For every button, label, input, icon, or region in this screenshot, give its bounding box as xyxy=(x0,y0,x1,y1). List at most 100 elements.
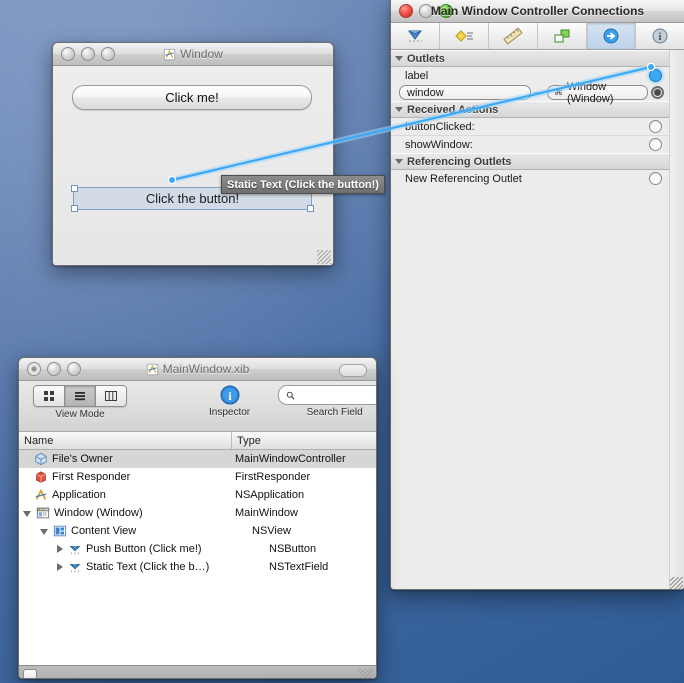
outline-row-type: NSView xyxy=(252,525,291,537)
section-header-outlets[interactable]: Outlets xyxy=(391,50,670,67)
minimize-button[interactable] xyxy=(419,4,433,18)
minimize-button[interactable] xyxy=(47,362,61,376)
outlet-row-label[interactable]: label xyxy=(391,67,670,84)
action-name: buttonClicked: xyxy=(405,120,475,133)
outline-row-label: Application xyxy=(52,489,106,501)
outlet-source-pill[interactable]: window xyxy=(399,85,531,100)
minimize-button[interactable] xyxy=(81,47,95,61)
view-mode-segments[interactable] xyxy=(33,385,127,407)
outline-row-label: Content View xyxy=(71,525,137,537)
icon-view-segment[interactable] xyxy=(34,386,65,406)
disclosure-triangle-icon[interactable] xyxy=(23,511,31,517)
referencing-outlet-name: New Referencing Outlet xyxy=(405,172,522,185)
xib-resize-grip[interactable] xyxy=(359,669,373,678)
mock-window[interactable]: Window Click me! Click the button! xyxy=(52,42,334,266)
referencing-outlet-row-new[interactable]: New Referencing Outlet xyxy=(391,170,670,187)
disclosure-triangle-icon[interactable] xyxy=(57,545,63,553)
mock-window-resize-grip[interactable] xyxy=(317,250,331,264)
object-icon xyxy=(68,560,82,574)
status-knob-button[interactable] xyxy=(23,669,37,678)
action-row-button-clicked[interactable]: buttonClicked: xyxy=(391,118,670,136)
list-view-segment[interactable] xyxy=(65,386,96,406)
outline-list[interactable]: File's Owner MainWindowController First Re… xyxy=(19,450,376,665)
blue-gem-icon xyxy=(408,30,422,41)
identity-inspector-tab[interactable]: i xyxy=(636,23,684,49)
resize-handle-br[interactable] xyxy=(307,205,314,212)
search-field[interactable] xyxy=(278,385,376,405)
outlet-connection-window[interactable]: window ⌘ Window (Window) xyxy=(391,81,670,105)
inspector-titlebar[interactable]: Main Window Controller Connections xyxy=(391,0,684,23)
column-header-type[interactable]: Type xyxy=(232,432,376,449)
zoom-button[interactable] xyxy=(67,362,81,376)
outline-row[interactable]: Window (Window) MainWindow xyxy=(19,504,376,522)
click-me-button[interactable]: Click me! xyxy=(72,85,312,110)
bindings-inspector-tab[interactable] xyxy=(538,23,587,49)
disclosure-triangle-icon[interactable] xyxy=(57,563,63,571)
search-input[interactable] xyxy=(299,388,376,402)
size-inspector-tab[interactable] xyxy=(489,23,538,49)
outline-row-name-cell: Content View xyxy=(19,524,247,538)
outlet-target-well[interactable] xyxy=(651,86,664,99)
section-header-referencing-outlets[interactable]: Referencing Outlets xyxy=(391,153,670,170)
outline-row[interactable]: File's Owner MainWindowController xyxy=(19,450,376,468)
resize-handle-tl[interactable] xyxy=(71,185,78,192)
resize-handle-bl[interactable] xyxy=(71,205,78,212)
column-view-segment[interactable] xyxy=(96,386,126,406)
command-glyph-icon: ⌘ xyxy=(554,87,563,97)
outlet-target-pill[interactable]: ⌘ Window (Window) xyxy=(547,81,648,105)
grid-icon xyxy=(44,391,54,401)
xib-document-icon xyxy=(163,48,176,60)
disclosure-triangle-icon[interactable] xyxy=(395,56,403,61)
outline-row-name-cell: File's Owner xyxy=(19,452,230,466)
outline-row-type: NSButton xyxy=(269,543,317,555)
search-field-control[interactable]: Search Field xyxy=(278,385,376,418)
close-button[interactable] xyxy=(61,47,75,61)
xib-toolbar: View Mode i Inspector Search Field xyxy=(19,381,376,432)
disclosure-triangle-icon[interactable] xyxy=(395,107,403,112)
column-header-name[interactable]: Name xyxy=(19,432,232,449)
outline-row-name-cell: Push Button (Click me!) xyxy=(19,542,264,556)
action-connection-well[interactable] xyxy=(649,138,662,151)
action-connection-well[interactable] xyxy=(649,120,662,133)
outlet-target-label: Window (Window) xyxy=(567,80,614,105)
zoom-button[interactable] xyxy=(101,47,115,61)
search-icon xyxy=(286,391,295,400)
connections-inspector-tab[interactable] xyxy=(587,23,636,49)
close-button[interactable] xyxy=(27,362,41,376)
inspector-tab-bar[interactable]: i xyxy=(391,23,684,50)
toolbar-toggle-button[interactable] xyxy=(339,364,367,377)
outline-row-name-cell: Window (Window) xyxy=(19,506,230,520)
close-button[interactable] xyxy=(399,4,413,18)
effects-inspector-tab[interactable] xyxy=(440,23,489,49)
outline-row[interactable]: Application NSApplication xyxy=(19,486,376,504)
xib-titlebar[interactable]: MainWindow.xib xyxy=(19,358,376,381)
info-icon: i xyxy=(652,28,668,43)
attributes-inspector-tab[interactable] xyxy=(391,23,440,49)
outline-row[interactable]: First Responder FirstResponder xyxy=(19,468,376,486)
outline-row-name-cell: First Responder xyxy=(19,470,230,484)
outline-row[interactable]: Static Text (Click the b…) NSTextField xyxy=(19,558,376,576)
connections-inspector-window[interactable]: Main Window Controller Connections i Out… xyxy=(390,0,684,590)
outline-row[interactable]: Content View NSView xyxy=(19,522,376,540)
mock-window-titlebar[interactable]: Window xyxy=(53,43,333,66)
referencing-outlet-well[interactable] xyxy=(649,172,662,185)
xib-traffic-lights xyxy=(19,362,81,376)
info-icon: i xyxy=(220,385,240,405)
xib-document-window[interactable]: MainWindow.xib View Mode i Inspector Sea… xyxy=(18,357,377,679)
inspector-scrollbar[interactable] xyxy=(669,50,684,589)
outline-column-headers: Name Type xyxy=(19,432,376,450)
outline-row-label: First Responder xyxy=(52,471,131,483)
outline-row[interactable]: Push Button (Click me!) NSButton xyxy=(19,540,376,558)
view-icon xyxy=(53,524,67,538)
inspector-toolbar-button[interactable]: i Inspector xyxy=(209,385,250,418)
disclosure-triangle-icon[interactable] xyxy=(395,159,403,164)
section-title: Referencing Outlets xyxy=(407,155,512,168)
inspector-traffic-lights xyxy=(391,4,453,18)
inspector-resize-grip[interactable] xyxy=(670,577,683,589)
view-mode-control[interactable]: View Mode xyxy=(33,385,127,420)
inspector-sections: Outlets label window ⌘ Window (Window) R… xyxy=(391,50,670,187)
zoom-button[interactable] xyxy=(439,4,453,18)
outlet-connection-well[interactable] xyxy=(649,69,662,82)
action-row-show-window[interactable]: showWindow: xyxy=(391,136,670,153)
disclosure-triangle-icon[interactable] xyxy=(40,529,48,535)
